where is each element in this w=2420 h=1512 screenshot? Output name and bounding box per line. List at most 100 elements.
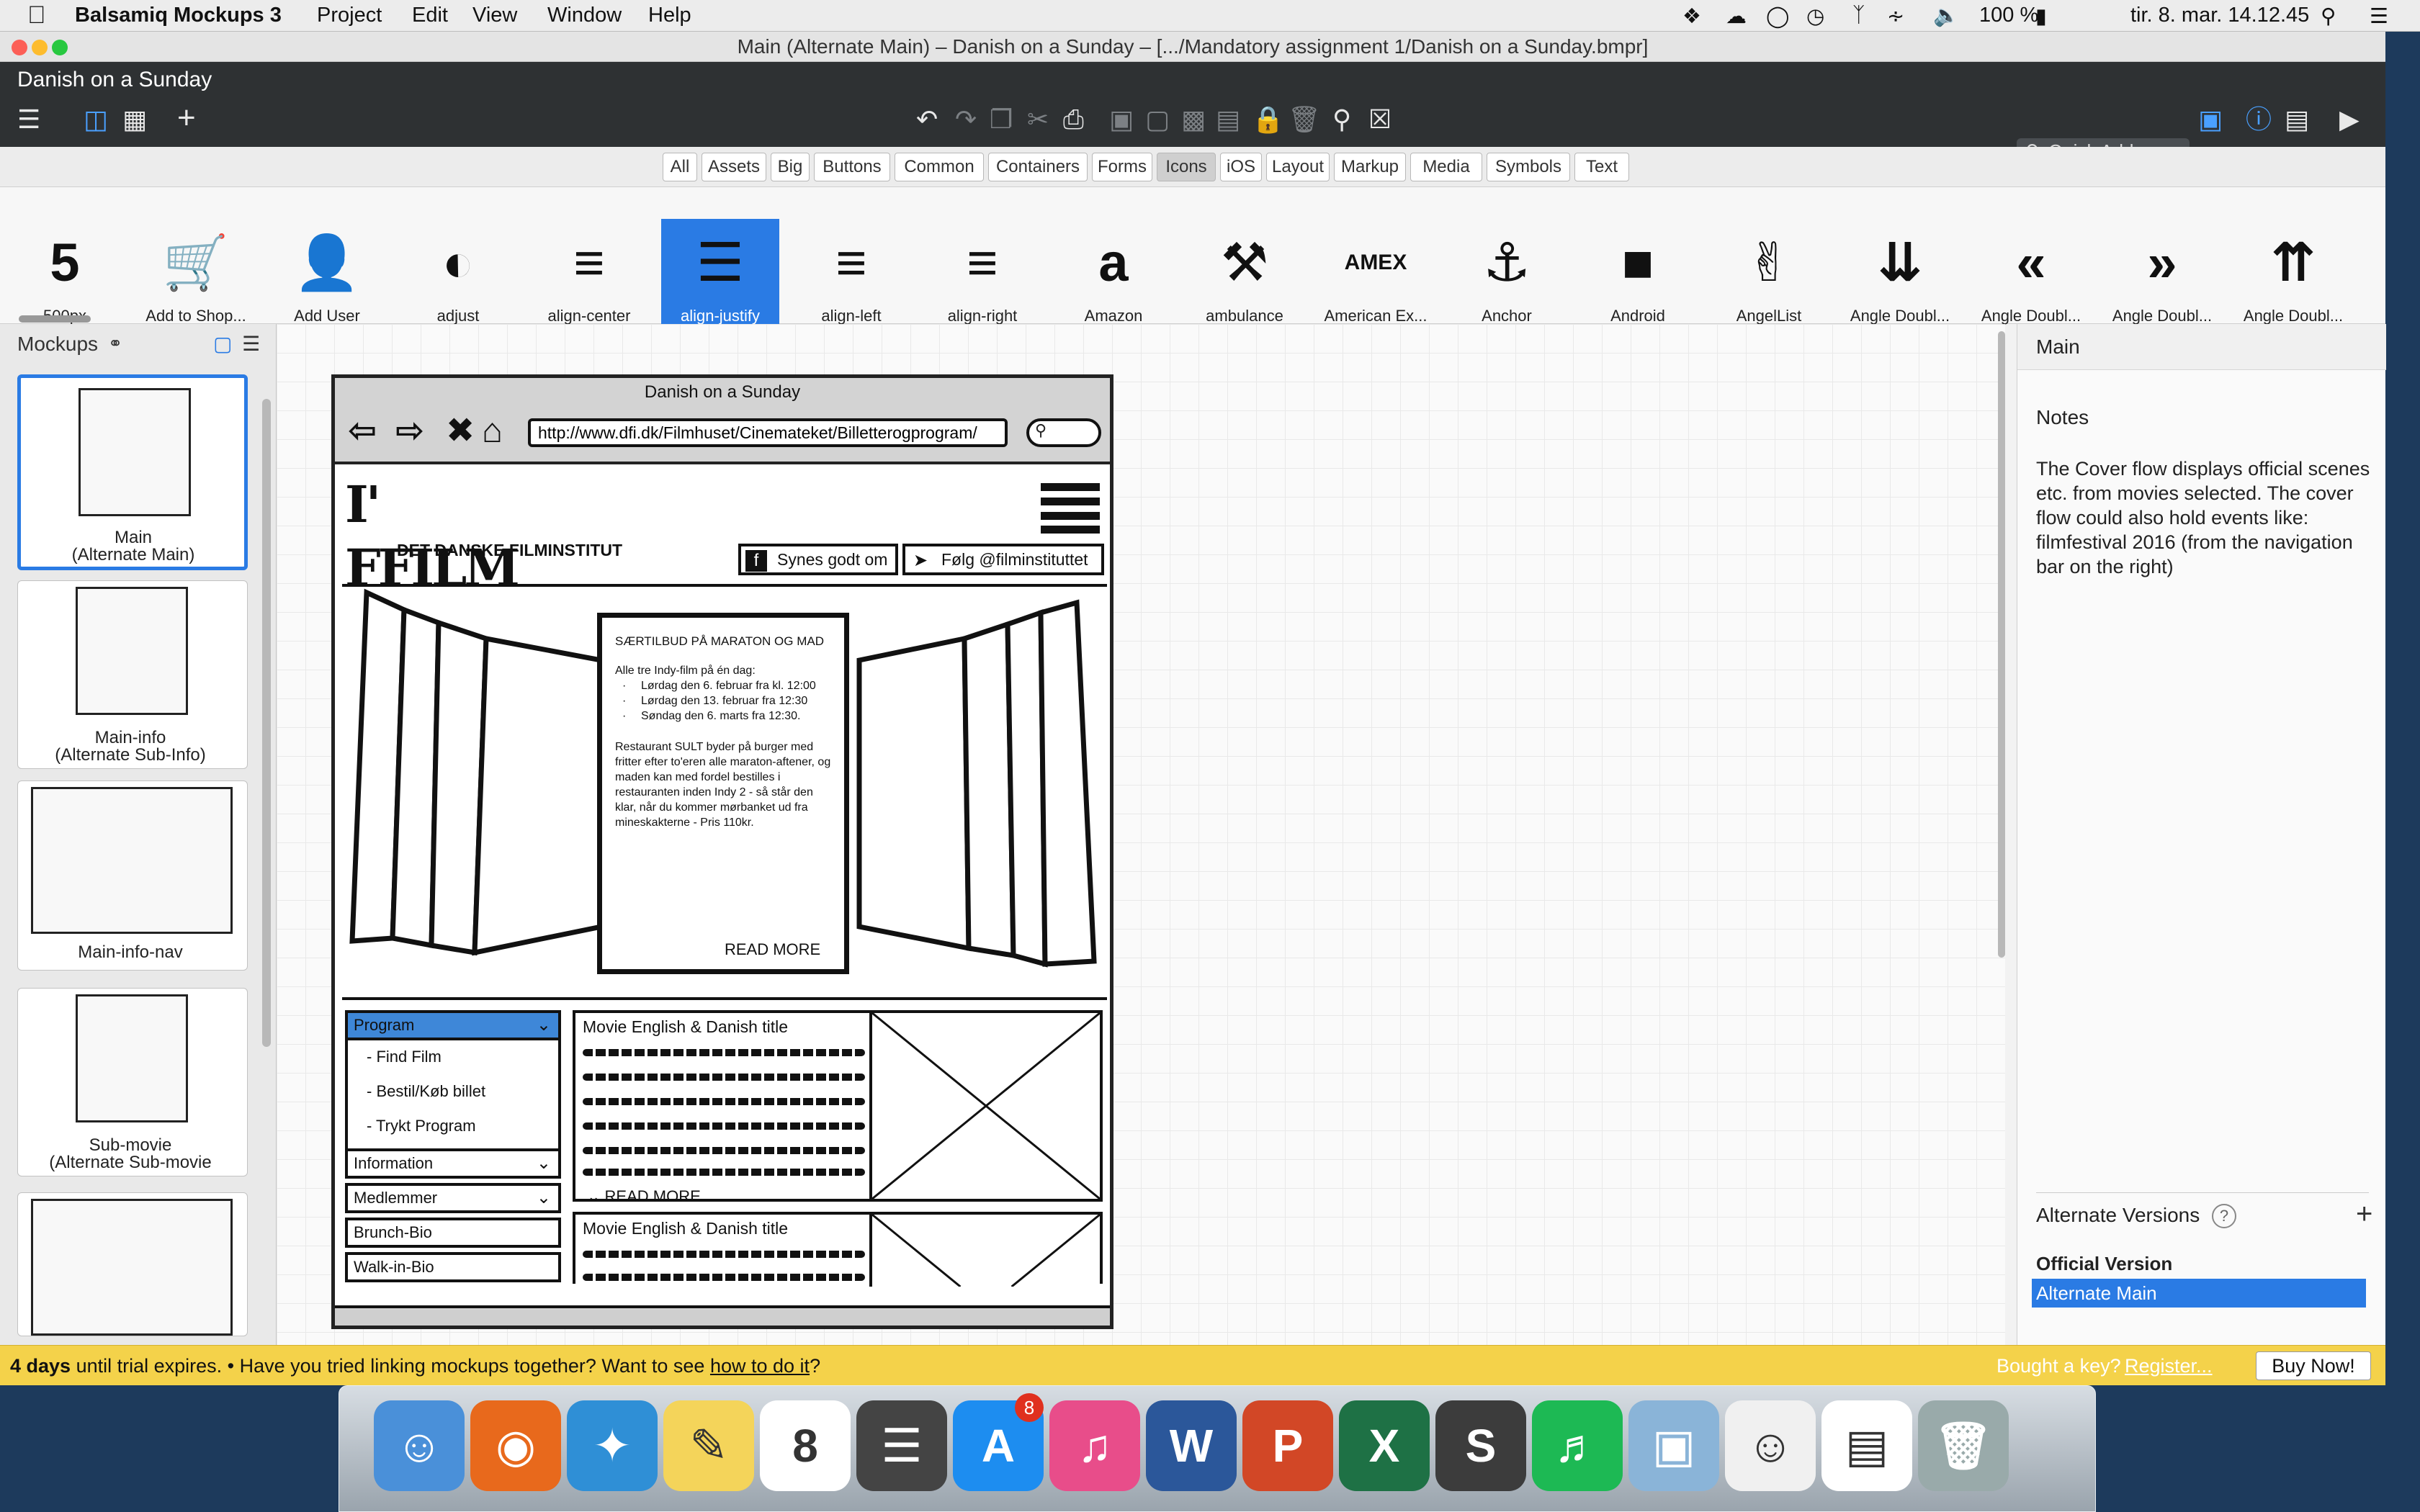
word-icon[interactable]: W <box>1146 1400 1237 1491</box>
notes-text[interactable]: The Cover flow displays official scenes … <box>2036 456 2376 579</box>
search-field[interactable]: ⚲ <box>1026 418 1101 447</box>
library-item[interactable]: ◐ adjust <box>399 219 517 328</box>
dfi-logo[interactable]: I' FFILM <box>345 473 520 598</box>
volume-icon[interactable]: 🔈 <box>1933 4 1959 28</box>
stickies-icon[interactable]: ✎ <box>663 1400 754 1491</box>
sublime-text-icon[interactable]: S <box>1435 1400 1526 1491</box>
itunes-icon[interactable]: ♫ <box>1049 1400 1140 1491</box>
zoom-window-button[interactable] <box>52 40 68 55</box>
single-pane-icon[interactable]: ◫ <box>84 105 108 134</box>
nav-sub-trykt[interactable]: - Trykt Program <box>367 1117 476 1135</box>
apple-icon[interactable]:  <box>27 1 46 30</box>
info-icon[interactable]: ⓘ <box>2246 105 2272 134</box>
menu-project[interactable]: Project <box>317 4 382 27</box>
library-item[interactable]: 5500px <box>6 219 124 328</box>
filter-containers[interactable]: Containers <box>988 153 1088 181</box>
menu-edit[interactable]: Edit <box>412 4 448 27</box>
link-icon[interactable]: ☒ <box>1368 105 1392 134</box>
how-to-link[interactable]: how to do it <box>710 1355 810 1377</box>
thumbnail-view-icon[interactable]: ▢ <box>213 324 232 364</box>
align-icon[interactable]: ▤ <box>1216 105 1240 134</box>
nav-medlemmer[interactable]: Medlemmer ⌄ <box>345 1183 561 1213</box>
library-item[interactable]: 🛒 Add to Shop... <box>137 219 255 328</box>
trash-icon[interactable]: 🗑 <box>1288 105 1321 134</box>
undo-icon[interactable]: ↶ <box>916 105 938 134</box>
menu-help[interactable]: Help <box>648 4 691 27</box>
app-menu-name[interactable]: Balsamiq Mockups 3 <box>75 4 282 27</box>
wifi-icon[interactable]: ∻ <box>1887 4 1904 29</box>
add-mockup-icon[interactable]: + <box>177 102 196 134</box>
document-icon[interactable]: ▤ <box>1821 1400 1912 1491</box>
library-item[interactable]: ■ Android <box>1579 219 1697 328</box>
url-field[interactable]: http://www.dfi.dk/Filmhuset/Cinemateket/… <box>528 418 1008 447</box>
movie-card[interactable]: Movie English & Danish title <box>573 1212 1103 1287</box>
library-item[interactable]: 👤 Add User <box>268 219 386 328</box>
mockups-scrollbar[interactable] <box>262 399 271 1047</box>
library-scrollbar[interactable] <box>19 315 91 323</box>
menu-window[interactable]: Window <box>547 4 622 27</box>
smiley-icon[interactable]: ☺ <box>1725 1400 1816 1491</box>
hamburger-menu-icon[interactable]: ☰ <box>17 105 40 134</box>
library-item[interactable]: ☰ align-justify <box>661 219 779 328</box>
cloud-icon[interactable]: ☁ <box>1726 4 1747 29</box>
library-item[interactable]: ⇈ Angle Doubl... <box>2234 219 2352 328</box>
register-link[interactable]: Register... <box>2125 1346 2213 1386</box>
ungroup-icon[interactable]: ▢ <box>1145 105 1170 134</box>
library-item[interactable]: ✌ AngelList <box>1710 219 1828 328</box>
link-icon[interactable]: ⚭ <box>108 324 122 364</box>
list-panel-icon[interactable]: ▤ <box>2285 105 2309 134</box>
close-icon[interactable]: ✖ <box>446 410 475 453</box>
filter-text[interactable]: Text <box>1574 153 1629 181</box>
battery-icon[interactable]: ▮ <box>2035 4 2047 29</box>
arrange-icon[interactable]: ▩ <box>1181 105 1206 134</box>
library-item[interactable]: a Amazon <box>1054 219 1173 328</box>
filter-assets[interactable]: Assets <box>702 153 766 181</box>
filter-symbols[interactable]: Symbols <box>1487 153 1570 181</box>
card-read-more-link[interactable]: READ MORE <box>725 942 820 958</box>
mockup-thumb-sub-movie[interactable]: Sub-movie (Alternate Sub-movie <box>17 988 248 1176</box>
spotlight-icon[interactable]: ⚲ <box>2321 4 2336 29</box>
menu-view[interactable]: View <box>472 4 517 27</box>
calendar-icon[interactable]: 8 <box>760 1400 851 1491</box>
forward-arrow-icon[interactable]: ⇨ <box>395 410 424 453</box>
library-item[interactable]: ⚓ Anchor <box>1448 219 1566 328</box>
photos-icon[interactable]: ▣ <box>1628 1400 1719 1491</box>
firefox-icon[interactable]: ◉ <box>470 1400 561 1491</box>
battery-text[interactable]: 100 % <box>1979 4 2038 27</box>
cover-flow-card[interactable]: SÆRTILBUD PÅ MARATON OG MAD Alle tre Ind… <box>597 613 849 974</box>
filter-big[interactable]: Big <box>771 153 810 181</box>
nav-walk-in-bio[interactable]: Walk-in-Bio <box>345 1252 561 1282</box>
nav-information[interactable]: Information ⌄ <box>345 1148 561 1179</box>
official-version-item[interactable]: Official Version <box>2036 1253 2172 1275</box>
trash-icon[interactable]: 🗑 <box>1918 1400 2009 1491</box>
filter-buttons[interactable]: Buttons <box>814 153 890 181</box>
movie-read-more-link[interactable]: ⌄ READ MORE <box>587 1187 701 1206</box>
spotify-icon[interactable]: ♬ <box>1532 1400 1623 1491</box>
present-icon[interactable]: ▶ <box>2339 105 2360 134</box>
canvas-vertical-scrollbar[interactable] <box>1998 331 2005 958</box>
launchpad-icon[interactable]: ☰ <box>856 1400 947 1491</box>
help-icon[interactable]: ? <box>2212 1204 2236 1228</box>
dropbox-icon[interactable]: ❖ <box>1682 4 1701 29</box>
wireframe-mockup[interactable]: Danish on a Sunday ⇦ ⇨ ✖ ⌂ http://www.df… <box>331 374 1113 1329</box>
clock[interactable]: tir. 8. mar. 14.12.45 <box>2130 4 2309 27</box>
library-item[interactable]: » Angle Doubl... <box>2103 219 2221 328</box>
group-icon[interactable]: ▣ <box>1109 105 1134 134</box>
mockup-thumb-main-info-nav[interactable]: Main-info-nav <box>17 780 248 971</box>
library-item[interactable]: ≡ align-left <box>792 219 910 328</box>
nav-sub-find-film[interactable]: - Find Film <box>367 1048 442 1066</box>
navigator-icon[interactable]: ▣ <box>2198 105 2223 134</box>
filter-forms[interactable]: Forms <box>1092 153 1152 181</box>
twitter-follow-button[interactable]: ➤ Følg @filminstituttet <box>902 544 1104 575</box>
library-item[interactable]: AMEX American Ex... <box>1317 219 1435 328</box>
finder-icon[interactable]: ☺ <box>374 1400 465 1491</box>
hamburger-menu-icon[interactable] <box>1041 483 1100 534</box>
close-window-button[interactable] <box>12 40 27 55</box>
library-item[interactable]: « Angle Doubl... <box>1972 219 2090 328</box>
library-item[interactable]: ≡ align-center <box>530 219 648 328</box>
minimize-window-button[interactable] <box>32 40 48 55</box>
list-view-icon[interactable]: ☰ <box>242 324 260 364</box>
copy-icon[interactable]: ❐ <box>990 105 1013 134</box>
nav-program[interactable]: Program ⌄ <box>345 1010 561 1040</box>
mockup-thumb-main[interactable]: Main (Alternate Main) <box>17 374 248 570</box>
